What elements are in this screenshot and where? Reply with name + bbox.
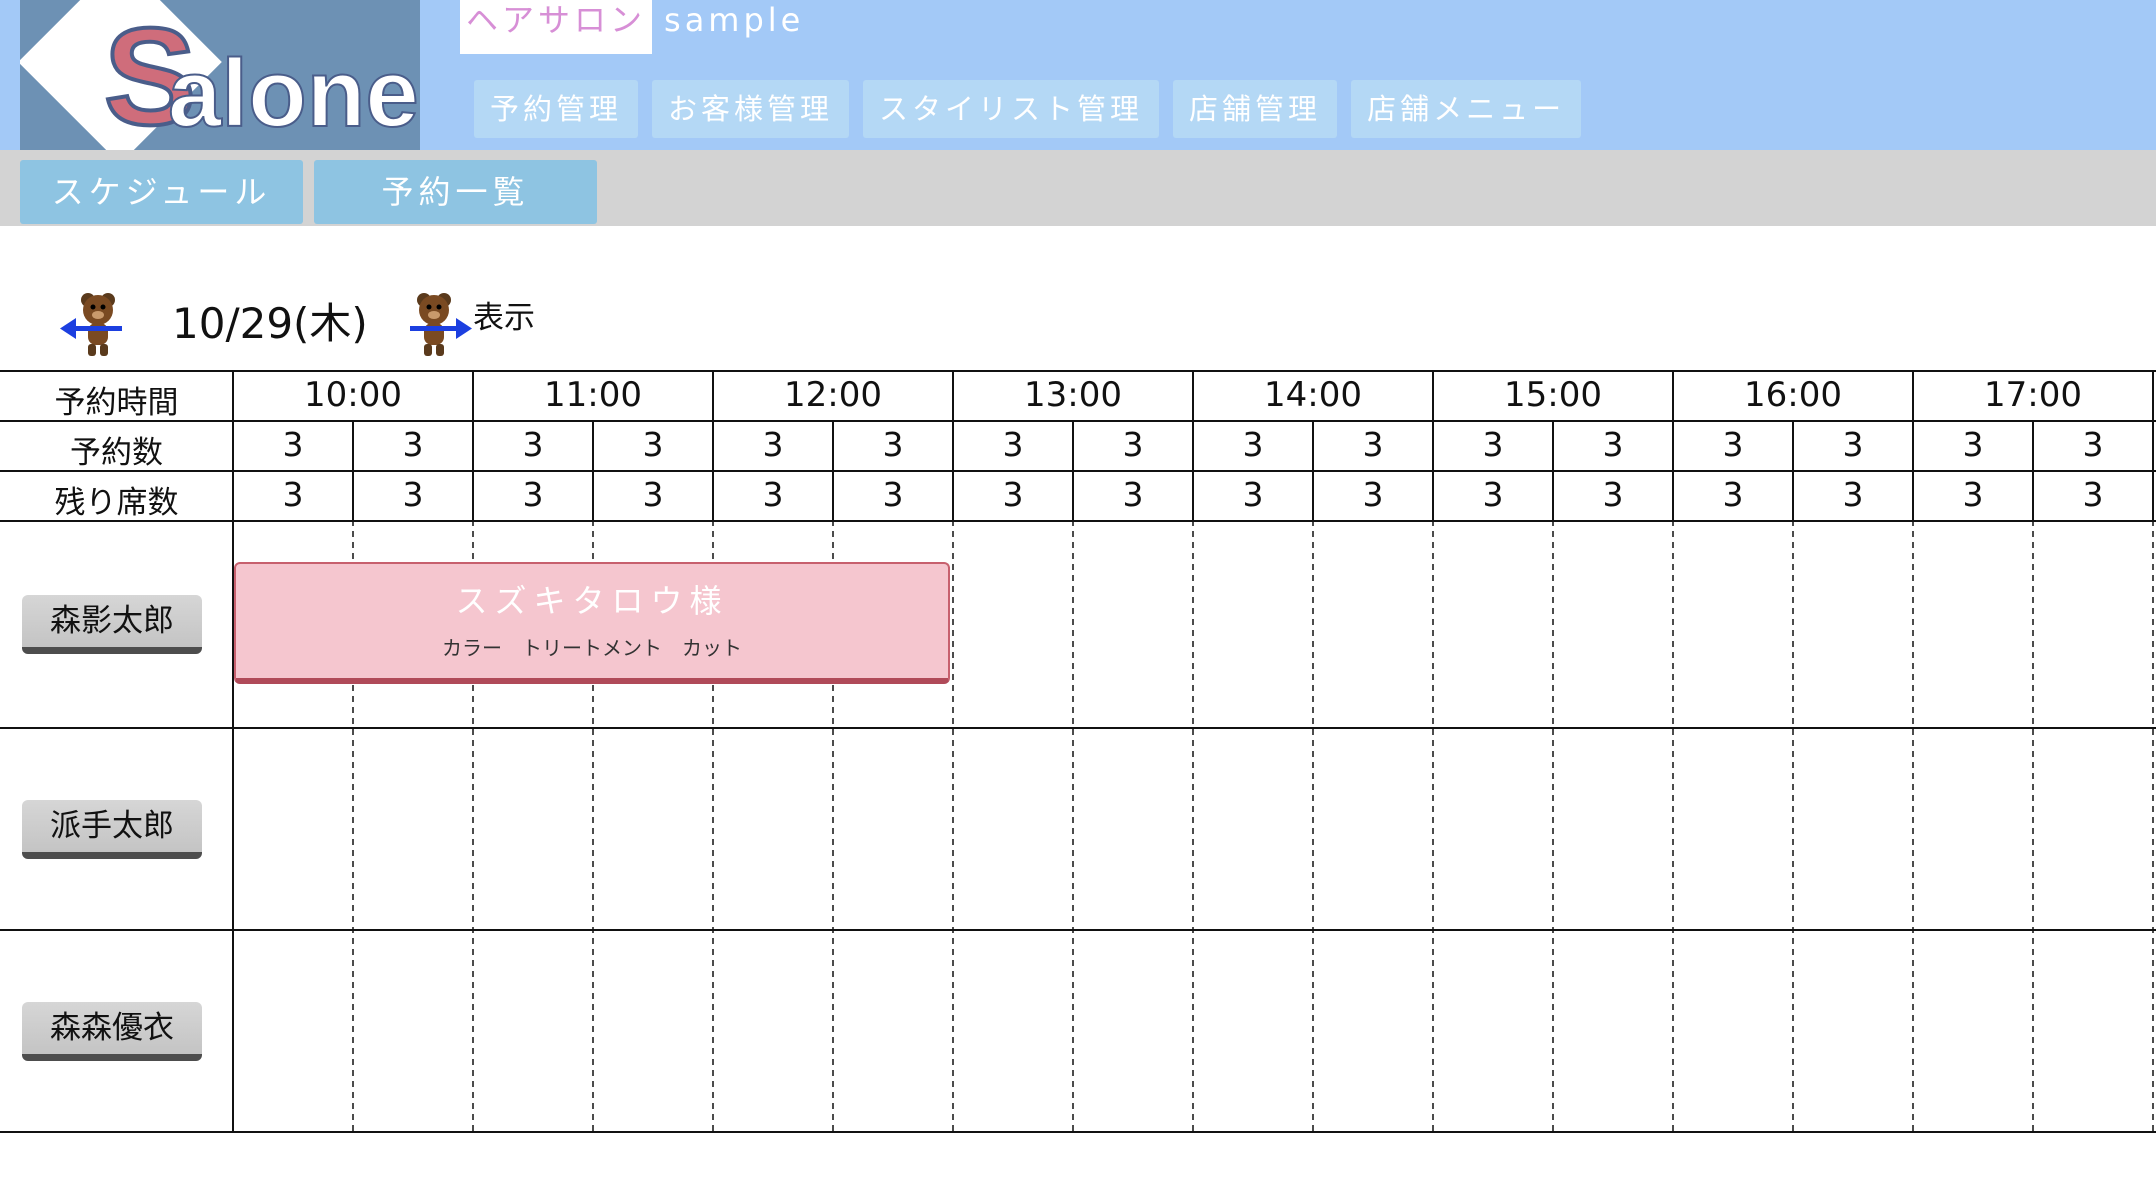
reservation-count-cell: 3 [1722,425,1744,464]
nav-store-menu[interactable]: 店舗メニュー [1351,80,1582,138]
reservation-count-cell: 3 [402,425,424,464]
bear-arrow-right-icon [410,293,472,356]
reservation-count-cell: 3 [1842,425,1864,464]
time-header-cell: 16:00 [1744,375,1842,415]
remaining-seat-cell: 3 [1002,475,1024,514]
stylist-button[interactable]: 森森優衣 [22,1002,202,1061]
main-nav: 予約管理 お客様管理 スタイリスト管理 店舗管理 店舗メニュー [474,80,1595,138]
time-header-cell: 10:00 [304,375,402,415]
reservation-count-cell: 3 [1002,425,1024,464]
remaining-seat-cell: 3 [2082,475,2104,514]
show-button[interactable]: 表示 [473,292,535,337]
reservation-count-cell: 3 [282,425,304,464]
remaining-seat-cell: 3 [1722,475,1744,514]
nav-store-management[interactable]: 店舗管理 [1173,80,1338,138]
reservation-count-cell: 3 [522,425,544,464]
shop-name: ヘアサロン sample [460,0,804,54]
remaining-seat-cell: 3 [402,475,424,514]
reservation-count-cell: 3 [762,425,784,464]
remaining-seat-cell: 3 [1242,475,1264,514]
tab-schedule[interactable]: スケジュール [20,160,303,224]
remaining-seat-cell: 3 [522,475,544,514]
remaining-seat-cell: 3 [762,475,784,514]
reservation-count-cell: 3 [1482,425,1504,464]
nav-stylist-management[interactable]: スタイリスト管理 [863,80,1160,138]
remaining-seat-cell: 3 [1362,475,1384,514]
sub-nav: スケジュール 予約一覧 [0,150,2156,226]
remaining-seat-cell: 3 [1122,475,1144,514]
reservation-count-cell: 3 [882,425,904,464]
nav-reservation-management[interactable]: 予約管理 [474,80,639,138]
nav-customer-management[interactable]: お客様管理 [652,80,850,138]
bear-arrow-left-icon [60,293,122,356]
booking-customer-name: スズキタロウ様 [455,582,729,620]
remaining-seat-cell: 3 [1482,475,1504,514]
reservation-count-cell: 3 [2082,425,2104,464]
row-label-remaining: 残り席数 [54,485,179,521]
shop-name-suffix: sample [664,1,805,39]
time-header-cell: 15:00 [1504,375,1602,415]
reservation-count-cell: 3 [1242,425,1264,464]
stylist-button[interactable]: 森影太郎 [22,595,202,654]
booking-card[interactable]: スズキタロウ様 カラー トリートメント カット [234,562,950,684]
shop-name-label: ヘアサロン [460,0,653,54]
time-header-cell: 17:00 [1984,375,2082,415]
prev-day-button[interactable] [58,290,130,362]
reservation-count-cell: 3 [1602,425,1624,464]
remaining-seat-cell: 3 [1602,475,1624,514]
remaining-seat-cell: 3 [642,475,664,514]
reservation-count-cell: 3 [642,425,664,464]
stylist-button[interactable]: 派手太郎 [22,800,202,859]
time-header-cell: 12:00 [784,375,882,415]
reservation-count-cell: 3 [1962,425,1984,464]
tab-reservation-list[interactable]: 予約一覧 [314,160,597,224]
remaining-seat-cell: 3 [882,475,904,514]
current-date: 10/29(木) [172,299,368,348]
remaining-seat-cell: 3 [282,475,304,514]
row-label-time: 予約時間 [54,385,179,421]
time-header-cell: 13:00 [1024,375,1122,415]
app-header: S alone ヘアサロン sample 予約管理 お客様管理 スタイリスト管理… [0,0,2156,150]
remaining-seat-cell: 3 [1962,475,1984,514]
schedule-grid: 予約時間 予約数 残り席数 10:00 11:00 12:00 13:00 14:00 1… [0,370,2156,1133]
booking-menu: カラー トリートメント カット [442,636,742,660]
reservation-count-cell: 3 [1122,425,1144,464]
logo-text: alone [168,40,419,147]
next-day-button[interactable] [402,290,474,362]
salone-logo[interactable]: S alone [20,0,420,150]
time-header-cell: 14:00 [1264,375,1362,415]
row-label-reservations: 予約数 [70,435,163,471]
remaining-seat-cell: 3 [1842,475,1864,514]
time-header-cell: 11:00 [544,375,642,415]
reservation-count-cell: 3 [1362,425,1384,464]
